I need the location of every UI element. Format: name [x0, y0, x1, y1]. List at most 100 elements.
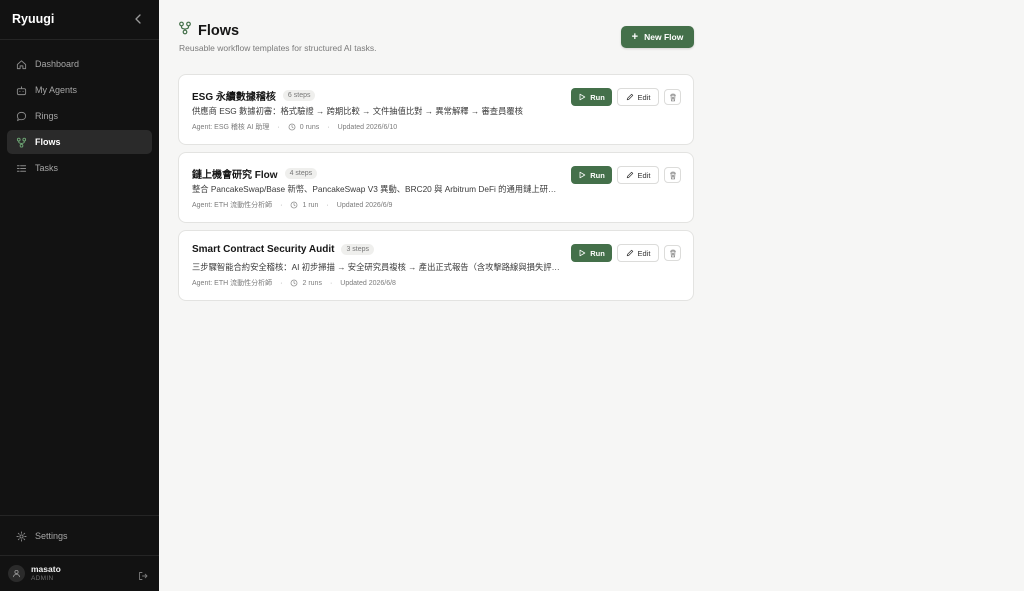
trash-icon	[669, 249, 676, 257]
flow-agent: Agent: ETH 流動性分析師	[192, 280, 273, 287]
sidebar-item-my-agents[interactable]: My Agents	[7, 78, 152, 102]
user-icon	[12, 569, 21, 578]
flow-meta: Agent: ETH 流動性分析師 · 1 run · Updated 2026…	[192, 200, 392, 210]
user-role: ADMIN	[31, 575, 54, 582]
pencil-icon	[626, 93, 633, 101]
flow-name: 鏈上機會研究 Flow	[192, 170, 278, 181]
bot-icon	[15, 84, 27, 96]
sidebar-divider	[0, 39, 159, 40]
brand-logo: Ryuugi	[12, 12, 55, 26]
flow-updated: Updated 2026/6/10	[337, 123, 398, 131]
flow-card: 鏈上機會研究 Flow 4 steps 整合 PancakeSwap/Base …	[178, 152, 694, 223]
sidebar-item-label: My Agents	[35, 85, 78, 95]
sidebar-item-settings[interactable]: Settings	[7, 524, 152, 548]
settings-section: Settings	[7, 524, 152, 550]
sidebar-item-label: Tasks	[35, 163, 59, 173]
flow-runs: 1 run	[302, 201, 319, 209]
meta-separator: ·	[329, 279, 333, 287]
meta-separator: ·	[280, 279, 283, 287]
run-label: Run	[590, 170, 605, 180]
play-icon	[579, 93, 586, 101]
edit-button[interactable]: Edit	[617, 166, 659, 184]
delete-button[interactable]	[664, 89, 681, 105]
collapse-sidebar-icon[interactable]	[131, 11, 145, 27]
chat-bubble-icon	[15, 110, 27, 122]
flow-description: 整合 PancakeSwap/Base 新幣、PancakeSwap V3 異動…	[192, 184, 564, 194]
logout-icon[interactable]	[138, 568, 148, 580]
sidebar-item-label: Dashboard	[35, 59, 80, 69]
user-profile[interactable]: masato ADMIN	[8, 563, 152, 585]
workflow-icon	[178, 21, 192, 40]
sidebar-item-rings[interactable]: Rings	[7, 104, 152, 128]
flow-description: 三步驟智能合約安全稽核：AI 初步掃描 → 安全研究員複核 → 產出正式報告（含…	[192, 262, 564, 272]
sidebar-item-label: Rings	[35, 111, 59, 121]
page-subtitle: Reusable workflow templates for structur…	[179, 43, 377, 53]
plus-icon: +	[631, 30, 639, 43]
history-icon	[288, 123, 296, 131]
play-icon	[579, 249, 586, 257]
workflow-icon	[15, 136, 27, 148]
pencil-icon	[626, 171, 633, 179]
flow-runs: 0 runs	[299, 123, 320, 131]
flow-title: 鏈上機會研究 Flow 4 steps	[192, 166, 318, 181]
edit-label: Edit	[637, 92, 651, 102]
new-flow-label: New Flow	[644, 32, 684, 42]
flow-updated: Updated 2026/6/9	[336, 201, 393, 209]
sidebar-nav: Dashboard My Agents Rings Flows Tasks	[7, 52, 152, 182]
flow-description: 供應商 ESG 數據初審：格式驗證 → 跨期比較 → 文件抽值比對 → 異常解釋…	[192, 106, 523, 116]
delete-button[interactable]	[664, 245, 681, 261]
edit-button[interactable]: Edit	[617, 88, 659, 106]
home-icon	[15, 58, 27, 70]
run-label: Run	[590, 248, 605, 258]
edit-label: Edit	[637, 170, 651, 180]
run-button[interactable]: Run	[571, 88, 612, 106]
sidebar-item-label: Flows	[35, 137, 61, 147]
flow-title: ESG 永續數據稽核 6 steps	[192, 88, 316, 103]
flow-card: ESG 永續數據稽核 6 steps 供應商 ESG 數據初審：格式驗證 → 跨…	[178, 74, 694, 145]
sidebar-item-dashboard[interactable]: Dashboard	[7, 52, 152, 76]
run-button[interactable]: Run	[571, 244, 612, 262]
avatar	[8, 565, 25, 582]
sidebar-item-label: Settings	[35, 531, 68, 541]
sidebar: Ryuugi Dashboard My Agents Rings Flows T…	[0, 0, 159, 591]
flow-name: Smart Contract Security Audit	[192, 244, 335, 255]
flow-name: ESG 永續數據稽核	[192, 92, 276, 103]
meta-separator: ·	[327, 123, 330, 131]
history-icon	[290, 279, 298, 287]
edit-button[interactable]: Edit	[617, 244, 659, 262]
sidebar-item-flows[interactable]: Flows	[7, 130, 152, 154]
flow-agent: Agent: ESG 稽核 AI 助理	[192, 124, 270, 131]
run-button[interactable]: Run	[571, 166, 612, 184]
page-title: Flows	[178, 21, 239, 40]
meta-separator: ·	[280, 201, 283, 209]
sidebar-divider	[0, 555, 159, 556]
main-content: Flows Reusable workflow templates for st…	[159, 0, 1024, 591]
pencil-icon	[626, 249, 633, 257]
user-name: masato	[31, 564, 61, 574]
flow-agent: Agent: ETH 流動性分析師	[192, 202, 273, 209]
flow-title: Smart Contract Security Audit 3 steps	[192, 244, 375, 255]
run-label: Run	[590, 92, 605, 102]
delete-button[interactable]	[664, 167, 681, 183]
history-icon	[290, 201, 298, 209]
trash-icon	[669, 171, 676, 179]
flow-card: Smart Contract Security Audit 3 steps 三步…	[178, 230, 694, 301]
steps-badge: 4 steps	[284, 168, 318, 179]
steps-badge: 3 steps	[341, 244, 375, 255]
steps-badge: 6 steps	[282, 90, 316, 101]
flow-runs: 2 runs	[302, 279, 322, 287]
page-heading: Flows	[198, 22, 240, 39]
list-icon	[15, 162, 27, 174]
flow-meta: Agent: ESG 稽核 AI 助理 · 0 runs · Updated 2…	[192, 122, 397, 132]
flow-meta: Agent: ETH 流動性分析師 · 2 runs · Updated 202…	[192, 278, 396, 288]
edit-label: Edit	[637, 248, 651, 258]
meta-separator: ·	[326, 201, 329, 209]
play-icon	[579, 171, 586, 179]
new-flow-button[interactable]: + New Flow	[621, 26, 694, 48]
flow-updated: Updated 2026/6/8	[340, 279, 396, 287]
gear-icon	[15, 530, 27, 542]
sidebar-item-tasks[interactable]: Tasks	[7, 156, 152, 180]
meta-separator: ·	[277, 123, 280, 131]
trash-icon	[669, 93, 676, 101]
sidebar-divider	[0, 515, 159, 516]
